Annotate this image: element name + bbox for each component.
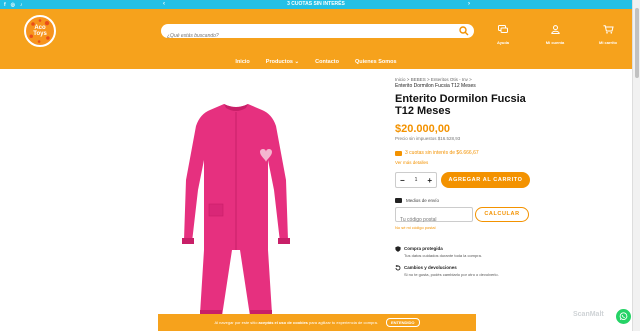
feature-description: Tus datos cuidados durante toda la compr… bbox=[404, 253, 482, 258]
nav-item-contacto[interactable]: Contacto bbox=[315, 56, 339, 68]
cart-action[interactable]: Mi carrito bbox=[593, 21, 623, 45]
breadcrumb-separator: > bbox=[469, 77, 472, 82]
scrollbar-thumb[interactable] bbox=[635, 8, 639, 78]
quantity-decrease-button[interactable]: − bbox=[400, 176, 405, 185]
site-logo[interactable]: Aco Toys bbox=[24, 15, 56, 47]
promo-text: 3 CUOTAS SIN INTERÉS bbox=[287, 1, 345, 7]
truck-icon bbox=[395, 198, 402, 203]
logo-text-line2: Toys bbox=[33, 31, 47, 37]
product-title: Enterito Dormilon Fucsia T12 Meses bbox=[395, 93, 526, 117]
cookie-message: Al navegar por este sitio aceptás el uso… bbox=[215, 320, 378, 325]
main-nav: Inicio Productos ⌄ Contacto Quienes Somo… bbox=[0, 56, 632, 68]
promo-next-arrow[interactable]: › bbox=[468, 0, 470, 9]
quantity-value[interactable]: 1 bbox=[415, 177, 418, 183]
shield-icon bbox=[395, 246, 401, 252]
whatsapp-icon bbox=[619, 312, 628, 321]
breadcrumb: Inicio > BEBES > Enteritos Otis - Inv > … bbox=[395, 77, 476, 89]
breadcrumb-current: Enterito Dormilon Fucsia T12 Meses bbox=[395, 83, 476, 89]
zip-field bbox=[395, 207, 473, 227]
breadcrumb-item-enteritos[interactable]: Enteritos Otis - Inv bbox=[431, 77, 468, 82]
shipping-heading-text: Medios de envío bbox=[406, 198, 440, 203]
cookie-message-bold: aceptás el uso de cookies bbox=[258, 320, 308, 325]
search-icon[interactable] bbox=[459, 26, 469, 36]
quantity-increase-button[interactable]: + bbox=[427, 176, 432, 185]
logo-text: Aco Toys bbox=[33, 25, 47, 37]
nav-item-inicio[interactable]: Inicio bbox=[235, 56, 249, 68]
cookie-message-post: para agilizar tu experiencia de compra. bbox=[307, 320, 378, 325]
calculate-shipping-button[interactable]: CALCULAR bbox=[475, 207, 529, 222]
cart-label: Mi carrito bbox=[598, 40, 617, 45]
nav-item-productos-label: Productos bbox=[265, 59, 293, 65]
page-scrollbar[interactable] bbox=[632, 0, 640, 331]
help-label: Ayuda bbox=[496, 40, 510, 45]
site-header: Aco Toys Ayuda Mi cuenta Mi carrito bbox=[0, 9, 632, 69]
top-announcement-bar: f ◎ ♪ ‹ 3 CUOTAS SIN INTERÉS › bbox=[0, 0, 632, 9]
user-icon bbox=[550, 25, 560, 34]
nav-item-quienes-somos[interactable]: Quienes Somos bbox=[355, 56, 397, 68]
more-details-link[interactable]: Ver más detalles bbox=[395, 160, 428, 165]
account-label: Mi cuenta bbox=[545, 40, 565, 45]
breadcrumb-separator: > bbox=[426, 77, 430, 82]
account-action[interactable]: Mi cuenta bbox=[540, 21, 570, 45]
watermark: ScanMalt bbox=[573, 311, 604, 318]
product-price: $20.000,00 bbox=[395, 123, 451, 135]
feature-description: Si no te gusta, podés cambiarlo por otro… bbox=[404, 272, 499, 277]
shipping-heading: Medios de envío bbox=[395, 198, 439, 203]
price-without-tax: Precio sin impuestos $16.528,93 bbox=[395, 136, 461, 141]
credit-card-icon bbox=[395, 150, 402, 156]
breadcrumb-item-inicio[interactable]: Inicio bbox=[395, 77, 406, 82]
cart-icon bbox=[603, 25, 614, 34]
installments-text: 3 cuotas sin interés de $6.666,67 bbox=[405, 150, 479, 156]
add-to-cart-button[interactable]: AGREGAR AL CARRITO bbox=[441, 172, 530, 188]
search-bar bbox=[161, 24, 474, 43]
cookie-accept-button[interactable]: ENTENDIDO bbox=[385, 318, 420, 327]
chat-icon bbox=[498, 25, 508, 33]
cookie-banner: Al navegar por este sitio aceptás el uso… bbox=[158, 314, 476, 331]
zip-help-link[interactable]: No sé mi código postal bbox=[395, 225, 435, 230]
installments-info: 3 cuotas sin interés de $6.666,67 bbox=[395, 150, 479, 156]
product-image[interactable] bbox=[176, 100, 296, 322]
search-input[interactable] bbox=[161, 29, 441, 43]
nav-item-productos[interactable]: Productos ⌄ bbox=[266, 56, 299, 68]
whatsapp-button[interactable] bbox=[616, 309, 631, 324]
feature-title: Cambios y devoluciones bbox=[404, 265, 457, 270]
quantity-stepper: − 1 + bbox=[395, 172, 437, 188]
breadcrumb-separator: > bbox=[406, 77, 410, 82]
breadcrumb-item-bebes[interactable]: BEBES bbox=[411, 77, 426, 82]
chevron-down-icon: ⌄ bbox=[294, 59, 300, 65]
return-icon bbox=[395, 265, 401, 271]
feature-title: Compra protegida bbox=[404, 246, 443, 251]
cookie-message-pre: Al navegar por este sitio bbox=[214, 320, 259, 325]
help-action[interactable]: Ayuda bbox=[488, 21, 518, 45]
